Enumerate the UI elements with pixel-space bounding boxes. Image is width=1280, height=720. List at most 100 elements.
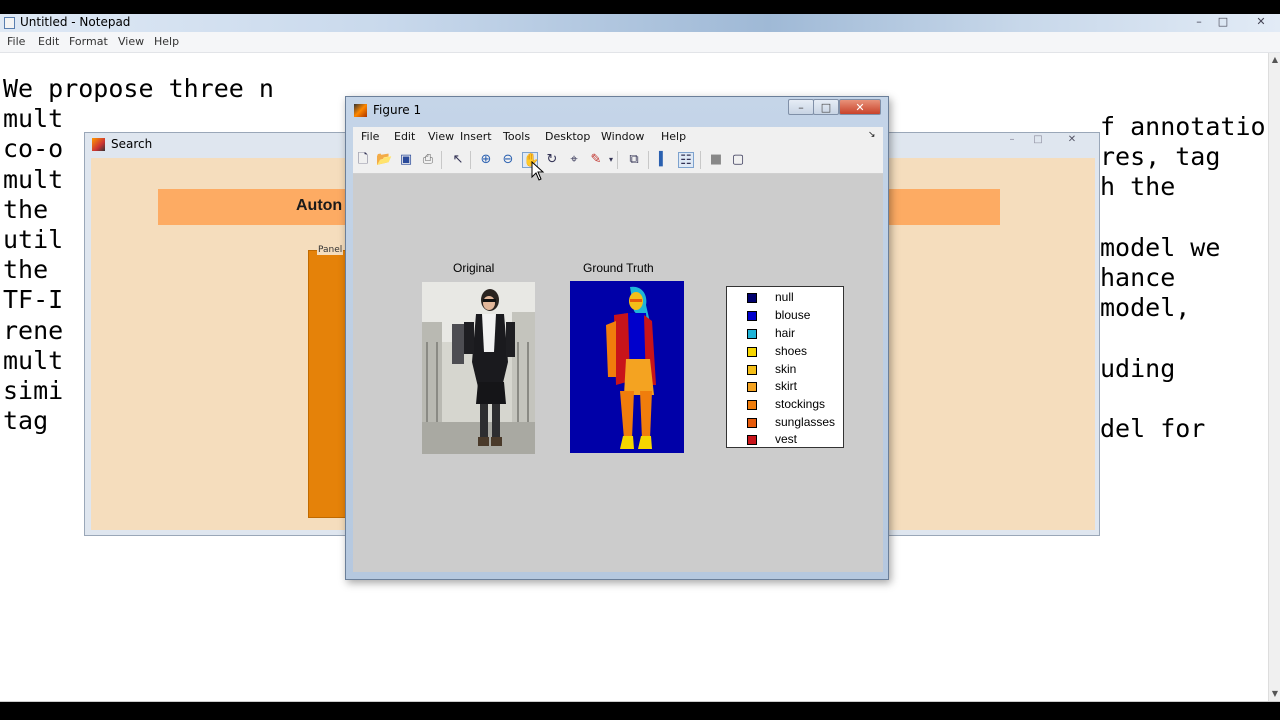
- menu-help[interactable]: Help: [154, 35, 179, 48]
- text-line: rene: [3, 315, 64, 345]
- menu-window[interactable]: Window: [601, 130, 644, 143]
- scroll-up-icon[interactable]: ▲: [1269, 53, 1280, 67]
- legend-item: sunglasses: [747, 415, 843, 433]
- legend-label: skin: [775, 362, 797, 376]
- new-figure-icon[interactable]: 🗋: [355, 152, 371, 168]
- notepad-titlebar[interactable]: Untitled - Notepad – □ ✕: [0, 14, 1280, 32]
- legend-label: vest: [775, 432, 798, 446]
- text-line: We propose three n: [3, 74, 274, 103]
- menu-desktop[interactable]: Desktop: [545, 130, 590, 143]
- maximize-icon[interactable]: □: [813, 99, 839, 115]
- print-icon[interactable]: ⎙: [420, 152, 436, 168]
- rotate-3d-icon[interactable]: ↻: [544, 152, 560, 168]
- toolbar-separator: [617, 151, 618, 169]
- menu-tools[interactable]: Tools: [503, 130, 530, 143]
- select-arrow-icon[interactable]: ↖: [450, 152, 466, 168]
- original-image[interactable]: [422, 282, 535, 454]
- menu-view[interactable]: View: [118, 35, 144, 48]
- text-line: simi: [3, 376, 64, 406]
- legend-swatch: [747, 329, 757, 339]
- brush-icon[interactable]: ✎: [588, 152, 604, 168]
- legend-item: null: [747, 290, 843, 308]
- legend-swatch: [747, 311, 757, 321]
- legend-item: stockings: [747, 397, 843, 415]
- toolbar-separator: [441, 151, 442, 169]
- matlab-icon: [354, 104, 367, 117]
- toolbar-separator: [648, 151, 649, 169]
- ground-truth-segmentation: [570, 281, 684, 453]
- maximize-icon[interactable]: □: [1214, 15, 1232, 29]
- legend-label: hair: [775, 326, 796, 340]
- toolbar-separator: [470, 151, 471, 169]
- close-icon[interactable]: ✕: [1059, 132, 1085, 148]
- legend-label: null: [775, 290, 794, 304]
- vertical-scrollbar[interactable]: ▲ ▼: [1268, 53, 1280, 701]
- hide-plot-tools-icon[interactable]: ■: [708, 152, 724, 168]
- legend-label: stockings: [775, 397, 826, 411]
- menu-help[interactable]: Help: [661, 130, 686, 143]
- notepad-text-right: f annotation: 1) res, tag h the model we…: [1100, 112, 1280, 444]
- panel-title: Panel: [317, 245, 344, 255]
- scroll-down-icon[interactable]: ▼: [1269, 687, 1280, 701]
- text-line: hance: [1100, 263, 1176, 293]
- menu-edit[interactable]: Edit: [38, 35, 59, 48]
- legend-swatch: [747, 418, 757, 428]
- text-line: util: [3, 225, 64, 255]
- zoom-in-icon[interactable]: ⊕: [478, 152, 494, 168]
- legend-swatch: [747, 435, 757, 445]
- text-line: tag: [3, 406, 49, 436]
- legend-swatch: [747, 365, 757, 375]
- ground-truth-image[interactable]: [570, 281, 684, 453]
- screen-bottom-bar: [0, 702, 1280, 720]
- menu-insert[interactable]: Insert: [460, 130, 492, 143]
- legend-label: skirt: [775, 379, 797, 393]
- link-plot-icon[interactable]: ⧉: [626, 152, 642, 168]
- menu-edit[interactable]: Edit: [394, 130, 415, 143]
- zoom-out-icon[interactable]: ⊖: [500, 152, 516, 168]
- legend-label: blouse: [775, 308, 811, 322]
- minimize-icon[interactable]: –: [1190, 15, 1208, 29]
- axes-title-original: Original: [453, 261, 495, 275]
- legend-swatch: [747, 400, 757, 410]
- close-icon[interactable]: ✕: [839, 99, 881, 115]
- legend-swatch: [747, 347, 757, 357]
- minimize-icon[interactable]: –: [999, 132, 1025, 148]
- open-file-icon[interactable]: 📂: [376, 152, 392, 168]
- legend-icon[interactable]: ☷: [678, 152, 694, 168]
- axes-title-ground-truth: Ground Truth: [583, 261, 654, 275]
- menu-view[interactable]: View: [428, 130, 454, 143]
- data-cursor-icon[interactable]: ⌖: [566, 152, 582, 168]
- minimize-icon[interactable]: –: [788, 99, 814, 115]
- screen-top-bar: [0, 0, 1280, 14]
- close-icon[interactable]: ✕: [1252, 15, 1270, 29]
- dock-arrow-icon[interactable]: ↘: [868, 130, 876, 140]
- original-photo-drawing: [422, 282, 535, 454]
- maximize-icon[interactable]: □: [1025, 132, 1051, 148]
- menu-file[interactable]: File: [7, 35, 25, 48]
- text-line: mult: [3, 164, 64, 194]
- notepad-menubar: File Edit Format View Help: [0, 32, 1280, 53]
- legend-item: skirt: [747, 379, 843, 397]
- text-line: f annotation: 1): [1100, 112, 1280, 141]
- menu-file[interactable]: File: [361, 130, 379, 143]
- text-line: mult: [3, 104, 64, 134]
- text-line: model,: [1100, 293, 1191, 323]
- matlab-icon: [92, 138, 105, 151]
- legend-swatch: [747, 382, 757, 392]
- search-window-title: Search: [111, 137, 153, 151]
- text-line: uding: [1100, 353, 1176, 383]
- legend-item: hair: [747, 326, 843, 344]
- save-icon[interactable]: ▣: [398, 152, 414, 168]
- menu-format[interactable]: Format: [69, 35, 108, 48]
- notepad-app-icon: [4, 17, 15, 29]
- figure-canvas[interactable]: Original Ground Truth null blouse hair s…: [353, 174, 883, 572]
- legend-item: shoes: [747, 344, 843, 362]
- legend-item: vest: [747, 432, 843, 450]
- text-line: co-o: [3, 134, 64, 164]
- figure-menubar: File Edit View Insert Tools Desktop Wind…: [353, 127, 883, 147]
- legend-item: blouse: [747, 308, 843, 326]
- colorbar-icon[interactable]: ▍: [656, 152, 672, 168]
- show-plot-tools-icon[interactable]: ▢: [730, 152, 746, 168]
- legend[interactable]: null blouse hair shoes skin skirt stocki…: [726, 286, 844, 448]
- notepad-title: Untitled - Notepad: [20, 15, 131, 29]
